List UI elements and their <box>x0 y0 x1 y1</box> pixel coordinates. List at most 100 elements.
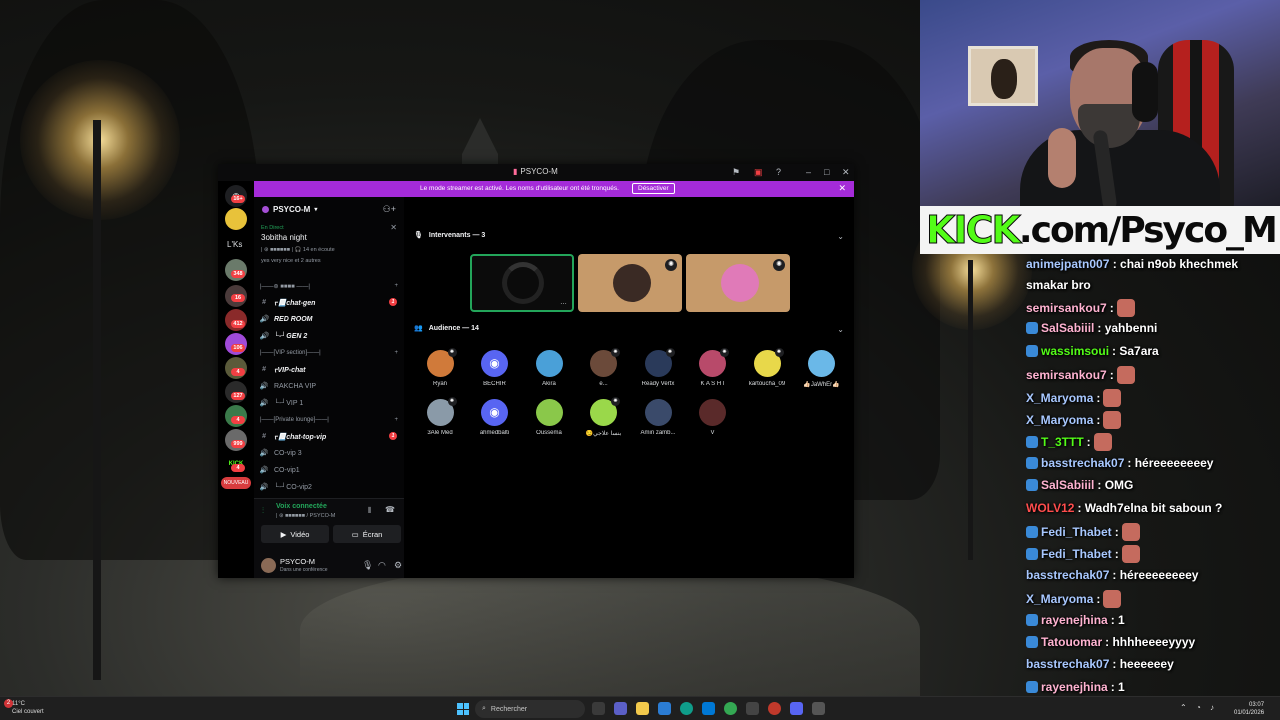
close-event-icon[interactable]: ✕ <box>390 223 397 232</box>
speaker-tile-self[interactable]: … <box>470 254 574 312</box>
channel-item[interactable]: 🔊 CO-vip 3 <box>259 446 397 460</box>
audience-member[interactable]: ✺ Ryan <box>414 348 466 387</box>
channel-item[interactable]: 🔊 RED ROOM <box>259 312 397 326</box>
microphone-icon[interactable]: 🎙 <box>362 560 373 571</box>
channel-item[interactable]: 🔊 └-┘CO-vip2 <box>259 480 397 494</box>
audience-member[interactable]: ◉ ahmedbalti <box>469 399 521 436</box>
speaker-tile-3[interactable]: ✺ <box>686 254 790 312</box>
audience-member[interactable]: ✺ kartoucha_09 <box>741 348 793 387</box>
audience-member[interactable]: ✺ Ready Vertx <box>632 348 684 387</box>
clock[interactable]: 03:07 01/01/2026 <box>1234 701 1264 717</box>
server-header[interactable]: PSYCO-M ▾ <box>262 205 317 214</box>
chrome-icon[interactable] <box>724 702 737 715</box>
new-server-pill[interactable]: NOUVEAU <box>221 477 251 489</box>
avatar: ✺ <box>426 348 457 377</box>
audience-label: Audience — 14 <box>428 324 479 332</box>
taskbar-search[interactable]: ⌕ Rechercher <box>475 700 585 718</box>
outlook-icon[interactable] <box>658 702 671 715</box>
speakers-header[interactable]: 🎙 Intervenants — 3 <box>414 231 485 240</box>
channel-label: └-┘CO-vip2 <box>274 483 312 491</box>
date: 01/01/2026 <box>1234 710 1265 716</box>
discord-taskbar-icon[interactable] <box>790 702 803 715</box>
signal-icon[interactable]: ⫶ <box>262 506 264 516</box>
invite-icon[interactable]: ⚇+ <box>383 204 396 215</box>
edge-icon[interactable] <box>680 702 693 715</box>
store-icon[interactable] <box>702 702 715 715</box>
audience-member[interactable]: Oussema <box>523 399 575 436</box>
file-explorer-icon[interactable] <box>636 702 649 715</box>
close-banner-icon[interactable]: ✕ <box>838 183 846 194</box>
more-options-icon[interactable]: … <box>560 299 567 306</box>
volume-icon[interactable]: ♪ <box>1210 703 1214 712</box>
voice-status[interactable]: Voix connectée <box>276 503 327 510</box>
audience-member[interactable]: 👍🏻JaWhEr👍🏻 <box>796 350 848 388</box>
channel-item[interactable]: # ᡕ📃chat-gen 1 <box>259 295 397 309</box>
text-channel-icon: # <box>262 298 266 306</box>
flag-icon[interactable]: ⚑ <box>732 167 740 178</box>
live-event-card[interactable]: En Direct 3obitha night | ⊛ ■■■■■■ | 🎧 1… <box>261 223 397 273</box>
server-icon-dm[interactable] <box>225 208 247 230</box>
member-name: 👍🏻JaWhEr👍🏻 <box>803 382 840 388</box>
chat-text: : <box>1114 525 1119 539</box>
audience-member[interactable]: ◉ BECHIR <box>469 350 521 387</box>
voice-channel-icon: 🔊 <box>259 383 269 390</box>
channel-item[interactable]: 🔊 └-┘GEN 2 <box>259 329 397 343</box>
noise-suppression-icon[interactable]: ⦀ <box>368 506 372 516</box>
channel-item[interactable]: # ᡕVIP-chat <box>259 362 397 376</box>
channel-category[interactable]: |——[VIP section]——| + <box>260 350 398 356</box>
audience-member[interactable]: ✺ 😏بنسا علاجي <box>578 397 630 437</box>
help-icon[interactable]: ? <box>776 167 781 177</box>
inbox-icon[interactable]: ▣ <box>754 167 763 178</box>
audience-member[interactable]: ✺ e... <box>578 348 630 387</box>
close-window-button[interactable]: ✕ <box>842 167 850 178</box>
obs-icon[interactable] <box>746 702 759 715</box>
moderator-icon: ✺ <box>447 348 457 357</box>
weather-widget[interactable]: 2 11°C Ciel couvert <box>4 699 44 716</box>
discord-window: ▮ PSYCO-M ⚑ ▣ ? – □ ✕ Le mode streamer es… <box>218 164 854 578</box>
channel-item[interactable]: 🔊 └-┘VIP 1 <box>259 396 397 410</box>
add-channel-icon[interactable]: + <box>394 350 398 356</box>
channel-category[interactable]: |——⊛ ■■■■ ——| + <box>260 283 398 290</box>
channel-label: ᡕ📃chat-top-vip <box>274 434 327 441</box>
network-icon[interactable]: ◔ <box>1196 703 1201 712</box>
video-button[interactable]: ▶ Vidéo <box>261 525 329 543</box>
server-folder-lks[interactable]: L'Ks <box>227 240 242 249</box>
app-icon-red[interactable] <box>768 702 781 715</box>
minimize-button[interactable]: – <box>806 167 811 177</box>
tray-chevron-icon[interactable]: ⌃ <box>1180 703 1187 712</box>
channel-item[interactable]: 🔊 RAKCHA VIP <box>259 379 397 393</box>
chevron-down-icon[interactable]: ⌄ <box>837 232 844 241</box>
maximize-button[interactable]: □ <box>824 167 829 177</box>
disconnect-icon[interactable]: ☎ <box>385 505 395 514</box>
channel-item[interactable]: 🔊 CO-vip1 <box>259 463 397 477</box>
task-view-icon[interactable] <box>592 702 605 715</box>
chat-badge-icon <box>1026 479 1038 492</box>
audience-member[interactable]: Amin zamb... <box>632 399 684 436</box>
avatar[interactable] <box>261 558 276 573</box>
voice-channel-icon: 🔊 <box>259 484 269 491</box>
audience-member[interactable]: V <box>687 399 739 436</box>
teams-icon[interactable] <box>614 702 627 715</box>
settings-gear-icon[interactable]: ⚙ <box>394 560 402 571</box>
audience-member[interactable]: ✺ K A S H I <box>687 348 739 387</box>
channel-category[interactable]: |——[Private lounge]——| + <box>260 417 398 423</box>
chevron-down-icon[interactable]: ⌄ <box>837 325 844 334</box>
windows-start-icon[interactable] <box>457 703 469 715</box>
speaker-tile-2[interactable]: ✺ <box>578 254 682 312</box>
chat-text: : <box>1086 435 1091 450</box>
chat-message: basstrechak07 : héreeeeeeeey <box>1026 568 1280 582</box>
avatar <box>535 399 563 426</box>
disable-streamer-mode-button[interactable]: Désactiver <box>632 183 675 194</box>
audience-header[interactable]: 👥 Audience — 14 <box>414 324 479 333</box>
headset-icon[interactable]: ◠ <box>378 560 386 571</box>
home-badge: 16+ <box>231 195 245 203</box>
chat-badge-icon <box>1026 344 1038 357</box>
member-name: K A S H I <box>700 381 725 387</box>
add-channel-icon[interactable]: + <box>394 417 398 423</box>
audience-member[interactable]: ✺ 3Alé Med <box>414 397 466 436</box>
screen-share-button[interactable]: ▭ Écran <box>333 525 401 543</box>
add-channel-icon[interactable]: + <box>394 283 398 290</box>
audience-member[interactable]: Akira <box>523 350 575 387</box>
channel-item[interactable]: # ᡕ📃chat-top-vip 1 <box>259 429 397 443</box>
app-icon-grey[interactable] <box>812 702 825 715</box>
